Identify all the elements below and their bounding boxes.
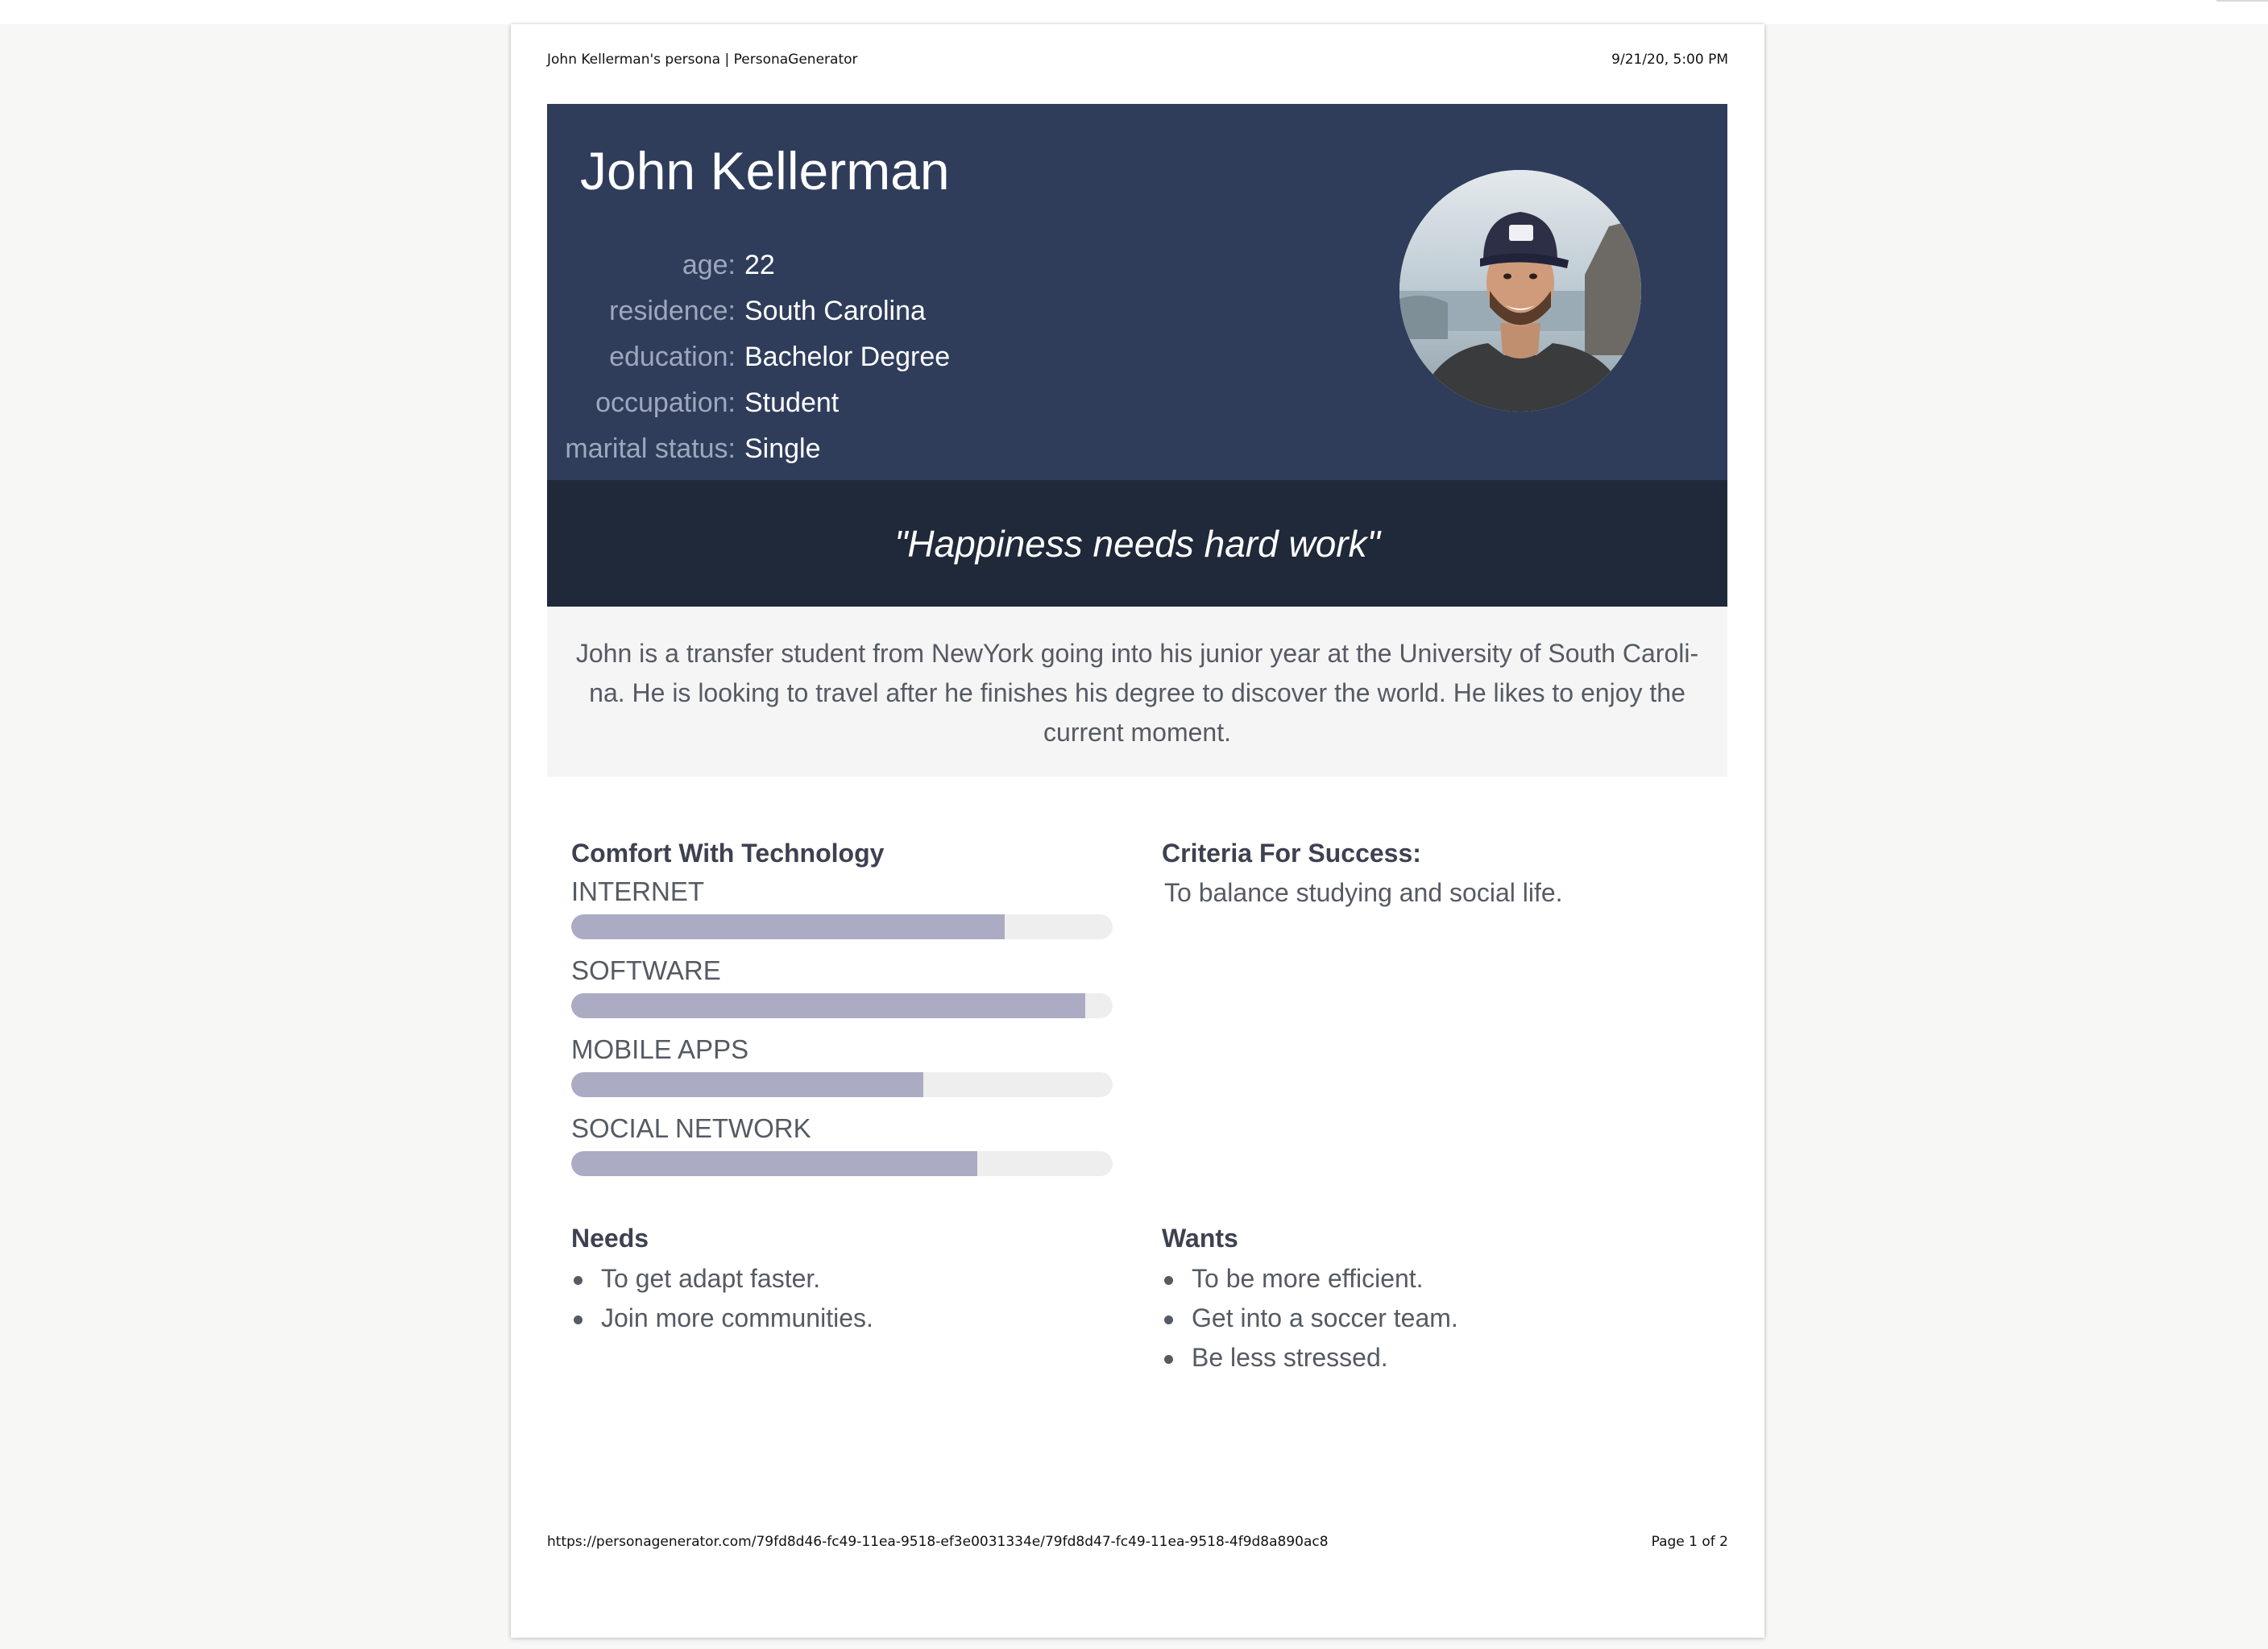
persona-bio: John is a transfer student from NewYork … (547, 607, 1727, 777)
skill-software: SOFTWARE (571, 956, 1113, 1018)
skill-internet: INTERNET (571, 877, 1113, 939)
persona-facts: age: 22 residence: South Carolina educat… (547, 242, 1272, 472)
document-page: John Kellerman's persona | PersonaGenera… (511, 24, 1764, 1638)
fact-label: age: (682, 250, 736, 280)
list-item: Join more communities. (571, 1299, 873, 1338)
skill-track (571, 993, 1113, 1018)
list-item: To get adapt faster. (571, 1259, 873, 1299)
skill-label: MOBILE APPS (571, 1034, 749, 1064)
skill-track (571, 1072, 1113, 1097)
skill-track (571, 914, 1113, 939)
fact-age: age: 22 (547, 242, 1272, 288)
skill-label: SOFTWARE (571, 955, 721, 985)
wants-list: To be more efficient. Get into a soccer … (1162, 1259, 1458, 1378)
print-footer-page: Page 1 of 2 (1651, 1534, 1728, 1550)
fact-label: marital status: (565, 433, 736, 464)
persona-card: John Kellerman age: 22 residence: South … (547, 104, 1727, 1372)
list-item: Be less stressed. (1162, 1338, 1458, 1378)
quote-band: "Happiness needs hard work" (547, 480, 1727, 607)
skill-track (571, 1151, 1113, 1176)
fact-occupation: occupation: Student (547, 380, 1272, 426)
fact-value: South Carolina (744, 296, 926, 326)
needs-list: To get adapt faster. Join more communiti… (571, 1259, 873, 1338)
persona-quote: "Happiness needs hard work" (894, 522, 1380, 565)
skill-social-network: SOCIAL NETWORK (571, 1114, 1113, 1176)
avatar (1399, 170, 1641, 412)
fact-education: education: Bachelor Degree (547, 334, 1272, 380)
fact-value: 22 (744, 250, 775, 280)
skill-label: SOCIAL NETWORK (571, 1113, 811, 1143)
tech-comfort-title: Comfort With Technology (571, 839, 885, 868)
skill-mobile-apps: MOBILE APPS (571, 1035, 1113, 1097)
print-footer-url: https://personagenerator.com/79fd8d46-fc… (547, 1534, 1329, 1550)
skill-fill (571, 993, 1086, 1018)
persona-name: John Kellerman (580, 141, 950, 201)
fact-label: residence: (609, 296, 736, 326)
avatar-photo-icon (1399, 170, 1641, 412)
skill-label: INTERNET (571, 876, 704, 906)
list-item: To be more efficient. (1162, 1259, 1458, 1299)
print-header-datetime: 9/21/20, 5:00 PM (1611, 52, 1728, 68)
fact-marital-status: marital status: Single (547, 426, 1272, 472)
needs-title: Needs (571, 1224, 649, 1253)
fact-label: education: (609, 342, 736, 372)
persona-hero: John Kellerman age: 22 residence: South … (547, 104, 1727, 480)
fact-value: Bachelor Degree (744, 342, 951, 372)
scroll-indicator (2216, 0, 2268, 2)
fact-value: Single (744, 433, 821, 464)
skill-fill (571, 1072, 923, 1097)
criteria-title: Criteria For Success: (1162, 839, 1421, 868)
criteria-text: To balance studying and social life. (1164, 878, 1563, 907)
skill-fill (571, 1151, 977, 1176)
print-header-title: John Kellerman's persona | PersonaGenera… (547, 52, 858, 68)
fact-residence: residence: South Carolina (547, 288, 1272, 334)
list-item: Get into a soccer team. (1162, 1299, 1458, 1338)
browser-top-strip (0, 0, 2268, 24)
fact-value: Student (744, 387, 840, 418)
wants-title: Wants (1162, 1224, 1238, 1253)
fact-label: occupation: (595, 387, 736, 418)
skill-fill (571, 914, 1005, 939)
